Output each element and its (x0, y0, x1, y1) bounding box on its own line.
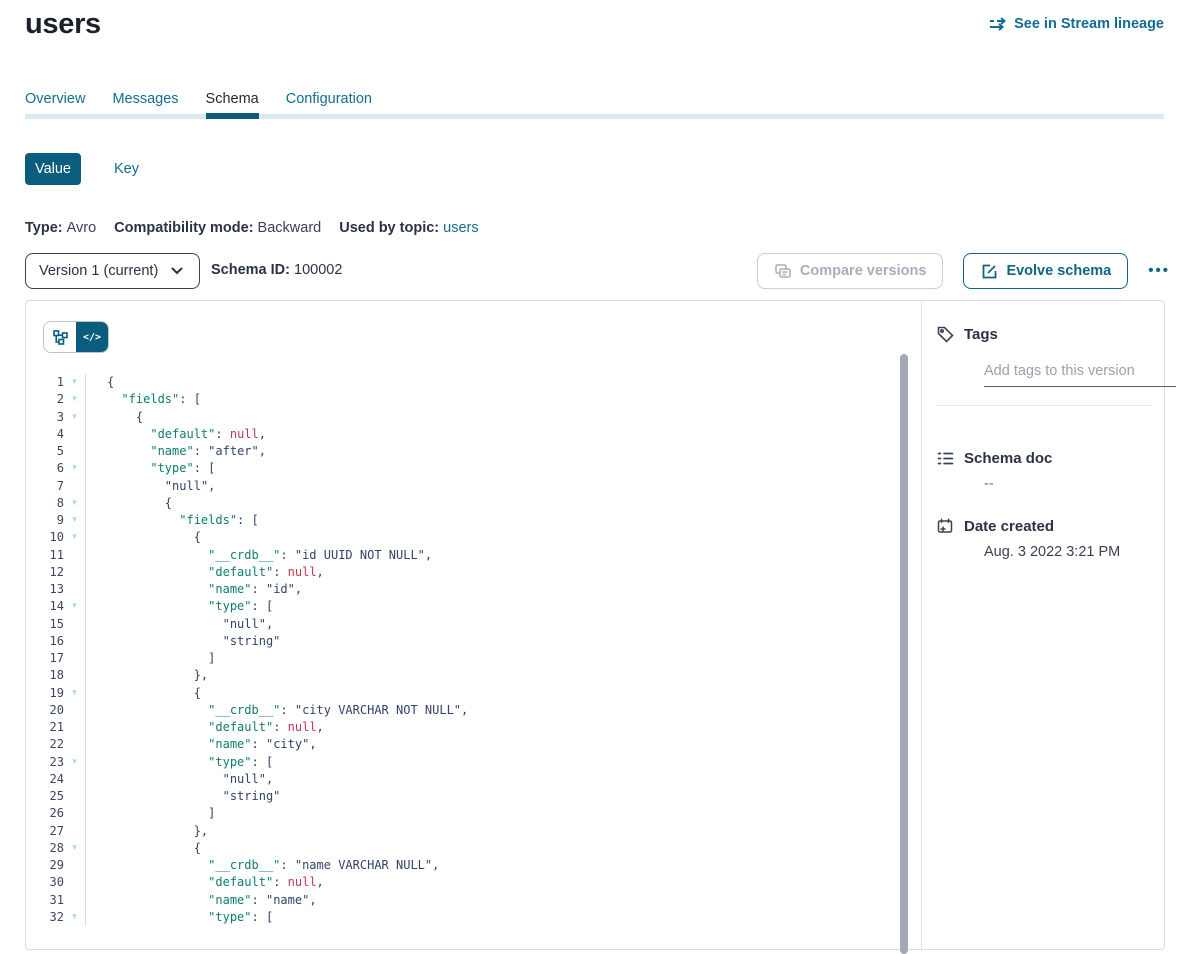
code-line: 1▾{ (26, 374, 900, 391)
code-line: 5 "name": "after", (26, 443, 900, 460)
compatibility-value: Backward (258, 220, 322, 236)
used-by-topic-field: Used by topic:users (339, 220, 478, 236)
schema-meta: Type:Avro Compatibility mode: Backward Us… (25, 220, 479, 236)
tags-section-heading: Tags (936, 325, 998, 343)
schema-sidebar: Tags Schema doc -- (922, 301, 1164, 949)
page-title: users (25, 8, 101, 41)
tab-schema[interactable]: Schema (206, 91, 259, 119)
code-line: 21 "default": null, (26, 719, 900, 736)
schema-panel: </> 1▾{2▾ "fields": [3▾ {4 "default": nu… (25, 300, 1165, 950)
stream-lineage-link[interactable]: See in Stream lineage (989, 15, 1164, 33)
used-by-topic-label: Used by topic: (339, 220, 439, 236)
code-line: 9▾ "fields": [ (26, 512, 900, 529)
tab-messages[interactable]: Messages (112, 91, 178, 119)
topic-link[interactable]: users (443, 220, 478, 236)
sidebar-rule (936, 405, 1151, 406)
date-created-heading-label: Date created (964, 518, 1054, 535)
tree-view-button[interactable] (44, 322, 76, 352)
code-line: 24 "null", (26, 771, 900, 788)
code-line: 30 "default": null, (26, 874, 900, 891)
code-scrollbar[interactable] (900, 354, 908, 954)
tags-heading-label: Tags (964, 326, 998, 343)
type-value: Avro (67, 220, 97, 236)
schema-id-field: Schema ID: 100002 (211, 262, 342, 278)
code-line: 28▾ { (26, 840, 900, 857)
code-line: 29 "__crdb__": "name VARCHAR NULL", (26, 857, 900, 874)
code-line: 19▾ { (26, 685, 900, 702)
evolve-schema-label: Evolve schema (1006, 263, 1111, 279)
code-line: 12 "default": null, (26, 564, 900, 581)
code-line: 23▾ "type": [ (26, 754, 900, 771)
stream-lineage-icon (989, 15, 1007, 33)
code-line: 22 "name": "city", (26, 736, 900, 753)
compatibility-field: Compatibility mode: Backward (114, 220, 321, 236)
list-icon (936, 449, 954, 467)
code-line: 31 "name": "name", (26, 892, 900, 909)
tree-view-icon (51, 328, 69, 346)
code-editor-lines[interactable]: 1▾{2▾ "fields": [3▾ {4 "default": null,5… (26, 374, 900, 926)
calendar-icon (936, 517, 954, 535)
more-options-button[interactable]: ••• (1148, 253, 1170, 289)
version-select-value: Version 1 (current) (39, 263, 158, 279)
schema-doc-value: -- (984, 476, 994, 492)
schema-doc-heading-label: Schema doc (964, 450, 1052, 467)
compare-versions-label: Compare versions (800, 263, 927, 279)
tab-configuration[interactable]: Configuration (286, 91, 372, 119)
code-line: 2▾ "fields": [ (26, 391, 900, 408)
code-line: 20 "__crdb__": "city VARCHAR NOT NULL", (26, 702, 900, 719)
code-line: 14▾ "type": [ (26, 598, 900, 615)
code-line: 15 "null", (26, 616, 900, 633)
code-line: 18 }, (26, 667, 900, 684)
schema-doc-heading: Schema doc (936, 449, 1052, 467)
evolve-schema-button[interactable]: Evolve schema (963, 253, 1128, 289)
type-label: Type: (25, 220, 63, 236)
tab-bar: Overview Messages Schema Configuration (25, 91, 1164, 119)
tag-icon (936, 325, 954, 343)
type-field: Type:Avro (25, 220, 96, 236)
code-line: 27 }, (26, 823, 900, 840)
code-view-button[interactable]: </> (76, 322, 108, 352)
date-created-heading: Date created (936, 517, 1054, 535)
compatibility-label: Compatibility mode: (114, 220, 253, 236)
code-line: 4 "default": null, (26, 426, 900, 443)
value-key-toggle: Value Key (25, 153, 139, 185)
code-line: 6▾ "type": [ (26, 460, 900, 477)
view-toggle: </> (43, 321, 109, 353)
chevron-down-icon (168, 262, 186, 280)
compare-versions-icon (774, 262, 792, 280)
code-line: 13 "name": "id", (26, 581, 900, 598)
code-line: 8▾ { (26, 495, 900, 512)
edit-icon (980, 262, 998, 280)
tab-overview[interactable]: Overview (25, 91, 85, 119)
code-line: 26 ] (26, 805, 900, 822)
code-line: 16 "string" (26, 633, 900, 650)
version-bar: Version 1 (current) Schema ID: 100002 Co… (25, 253, 1170, 289)
code-view-icon: </> (83, 332, 101, 343)
schema-id-label: Schema ID: (211, 262, 290, 278)
value-toggle-button[interactable]: Value (25, 153, 81, 185)
tabstrip (25, 114, 1164, 119)
date-created-value: Aug. 3 2022 3:21 PM (984, 544, 1120, 560)
stream-lineage-label: See in Stream lineage (1014, 16, 1164, 32)
key-toggle-button[interactable]: Key (114, 161, 139, 177)
schema-id-value: 100002 (294, 262, 342, 278)
code-line: 25 "string" (26, 788, 900, 805)
compare-versions-button[interactable]: Compare versions (757, 253, 944, 289)
code-line: 17 ] (26, 650, 900, 667)
code-line: 11 "__crdb__": "id UUID NOT NULL", (26, 547, 900, 564)
code-line: 3▾ { (26, 409, 900, 426)
version-select[interactable]: Version 1 (current) (25, 253, 200, 289)
code-line: 7 "null", (26, 478, 900, 495)
code-line: 10▾ { (26, 529, 900, 546)
code-line: 32▾ "type": [ (26, 909, 900, 926)
add-tags-input[interactable] (984, 356, 1176, 387)
